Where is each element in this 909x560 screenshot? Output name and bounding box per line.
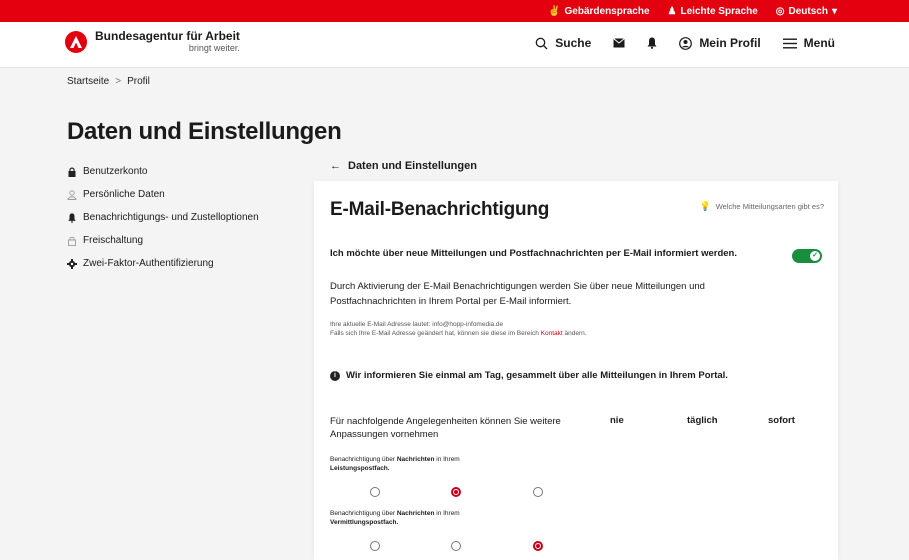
logo-link[interactable]: Bundesagentur für Arbeit bringt weiter.	[65, 30, 240, 54]
person-icon	[67, 189, 77, 200]
current-email-text: Ihre aktuelle E-Mail Adresse lautet: inf…	[330, 321, 504, 328]
sidebar-item-label: Freischaltung	[83, 235, 144, 246]
radio-vermittlung-immediately[interactable]	[533, 541, 543, 551]
radio-leistung-daily[interactable]	[451, 487, 461, 497]
profile-button[interactable]: Mein Profil	[679, 36, 761, 50]
optin-label: Ich möchte über neue Mitteilungen und Po…	[330, 248, 737, 259]
sidebar-item-label: Zwei-Faktor-Authentifizierung	[83, 258, 214, 269]
sign-language-link[interactable]: ✌ Gebärdensprache	[548, 6, 650, 17]
notifications-button[interactable]	[647, 37, 657, 49]
row-label-leistungspostfach: Benachrichtigung über Nachrichten in Ihr…	[330, 456, 460, 472]
message-types-label: Welche Mitteilungsarten gibt es?	[715, 202, 824, 211]
contact-link[interactable]: Kontakt	[541, 330, 563, 337]
breadcrumb-current: Profil	[127, 76, 150, 87]
lightbulb-icon: 💡	[699, 201, 711, 211]
sidebar-item-activation[interactable]: Freischaltung	[67, 229, 297, 252]
ba-logo-icon	[65, 31, 87, 53]
logo-title: Bundesagentur für Arbeit	[95, 29, 240, 43]
user-circle-icon	[679, 36, 693, 50]
breadcrumb-home[interactable]: Startseite	[67, 76, 109, 87]
sidebar-item-account[interactable]: Benutzerkonto	[67, 160, 297, 183]
column-header-immediately: sofort	[768, 415, 795, 426]
radio-vermittlung-daily[interactable]	[451, 541, 461, 551]
back-link[interactable]: ← Daten und Einstellungen	[330, 160, 477, 172]
sidebar-item-personal-data[interactable]: Persönliche Daten	[67, 183, 297, 206]
arrow-left-icon: ←	[330, 160, 341, 172]
check-icon: ✓	[810, 251, 820, 261]
column-header-daily: täglich	[687, 415, 718, 426]
card-title: E-Mail-Benachrichtigung	[330, 199, 550, 220]
daily-notice-text: Wir informieren Sie einmal am Tag, gesam…	[346, 370, 728, 381]
email-info: Ihre aktuelle E-Mail Adresse lautet: inf…	[330, 320, 587, 338]
sidebar-item-label: Benachrichtigungs- und Zustelloptionen	[83, 212, 259, 223]
page-title: Daten und Einstellungen	[67, 118, 342, 145]
sign-language-icon: ✌	[548, 5, 561, 17]
service-bar: ✌ Gebärdensprache ♟ Leichte Sprache ◎ De…	[0, 0, 909, 22]
column-header-never: nie	[610, 415, 624, 426]
matrix-intro-text: Für nachfolgende Angelegenheiten können …	[330, 416, 561, 440]
sign-language-label: Gebärdensprache	[564, 5, 650, 17]
unlock-icon	[68, 236, 76, 246]
daily-notice: i Wir informieren Sie einmal am Tag, ges…	[330, 370, 728, 381]
radio-leistung-immediately[interactable]	[533, 487, 543, 497]
envelope-icon	[613, 38, 626, 48]
menu-button[interactable]: Menü	[782, 36, 835, 50]
menu-label: Menü	[803, 36, 835, 50]
row-label-vermittlungspostfach: Benachrichtigung über Nachrichten in Ihr…	[330, 510, 460, 526]
breadcrumb: Startseite > Profil	[67, 76, 150, 87]
globe-icon: ◎	[775, 5, 785, 17]
bell-icon	[647, 37, 657, 49]
sidebar-item-label: Benutzerkonto	[83, 166, 148, 177]
profile-label: Mein Profil	[699, 36, 761, 50]
site-header: Bundesagentur für Arbeit bringt weiter. …	[0, 22, 909, 68]
sidebar: Benutzerkonto Persönliche Daten Benachri…	[67, 160, 297, 275]
message-types-link[interactable]: 💡 Welche Mitteilungsarten gibt es?	[700, 201, 824, 212]
language-select[interactable]: ◎ Deutsch ▾	[776, 6, 837, 17]
easy-language-label: Leichte Sprache	[680, 5, 758, 17]
main-nav: Suche Mein Profil Menü	[535, 36, 835, 50]
logo-subtitle: bringt weiter.	[188, 43, 240, 53]
hamburger-icon	[782, 38, 797, 48]
language-label: Deutsch	[788, 5, 828, 17]
easy-language-link[interactable]: ♟ Leichte Sprache	[668, 6, 758, 17]
lock-icon	[68, 167, 76, 177]
email-notification-toggle[interactable]: ✓	[792, 249, 822, 263]
info-icon: i	[330, 370, 340, 381]
breadcrumb-separator: >	[115, 76, 122, 87]
search-button[interactable]: Suche	[535, 36, 591, 50]
easy-language-icon: ♟	[667, 5, 677, 17]
email-change-text: Falls sich Ihre E-Mail Adresse geändert …	[330, 330, 587, 337]
chevron-down-icon: ▾	[831, 5, 837, 17]
gear-icon	[67, 258, 77, 269]
radio-vermittlung-never[interactable]	[370, 541, 380, 551]
back-link-label: Daten und Einstellungen	[348, 160, 477, 172]
search-label: Suche	[555, 36, 592, 50]
bell-icon	[68, 212, 76, 223]
email-notification-card: E-Mail-Benachrichtigung 💡 Welche Mitteil…	[314, 181, 838, 560]
mail-button[interactable]	[613, 38, 626, 48]
search-icon	[535, 37, 548, 49]
sidebar-item-notifications[interactable]: Benachrichtigungs- und Zustelloptionen	[67, 206, 297, 229]
description-text: Durch Aktivierung der E-Mail Benachricht…	[330, 281, 705, 307]
sidebar-item-two-factor[interactable]: Zwei-Faktor-Authentifizierung	[67, 252, 297, 275]
sidebar-item-label: Persönliche Daten	[83, 189, 165, 200]
radio-leistung-never[interactable]	[370, 487, 380, 497]
